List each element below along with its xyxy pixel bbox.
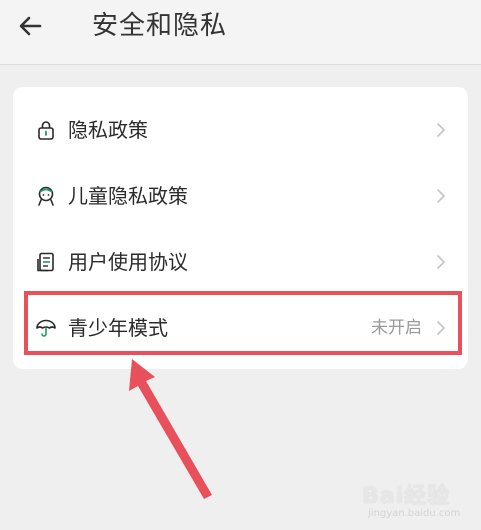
arrow-left-icon [19,16,42,36]
menu-item-label: 儿童隐私政策 [68,184,188,208]
document-icon [37,252,54,272]
baidu-watermark: Bai经验 jingyan.baidu.com [362,478,472,526]
back-button[interactable] [16,11,46,41]
child-face-icon [38,186,54,206]
page-title: 安全和隐私 [92,11,228,41]
menu-item-label: 隐私政策 [68,118,148,142]
menu-item-privacy-policy[interactable]: 隐私政策 [13,97,468,163]
watermark-subtext: jingyan.baidu.com [368,508,461,519]
chevron-right-icon [437,321,445,335]
lock-icon [38,121,54,140]
chevron-right-icon [437,123,445,137]
menu-item-child-privacy-policy[interactable]: 儿童隐私政策 [13,163,468,229]
settings-card: 隐私政策 儿童隐私政策 用户使用协议 青少年模式 未开启 [13,87,468,369]
chevron-right-icon [437,189,445,203]
menu-item-user-agreement[interactable]: 用户使用协议 [13,229,468,295]
chevron-right-icon [437,255,445,269]
menu-item-label: 用户使用协议 [68,250,188,274]
umbrella-icon [36,319,56,337]
top-bar: 安全和隐私 [0,0,481,65]
menu-item-teen-mode[interactable]: 青少年模式 未开启 [13,295,468,361]
watermark-text: Bai经验 [362,484,451,509]
menu-item-label: 青少年模式 [68,316,168,340]
teen-mode-status: 未开启 [371,318,422,338]
